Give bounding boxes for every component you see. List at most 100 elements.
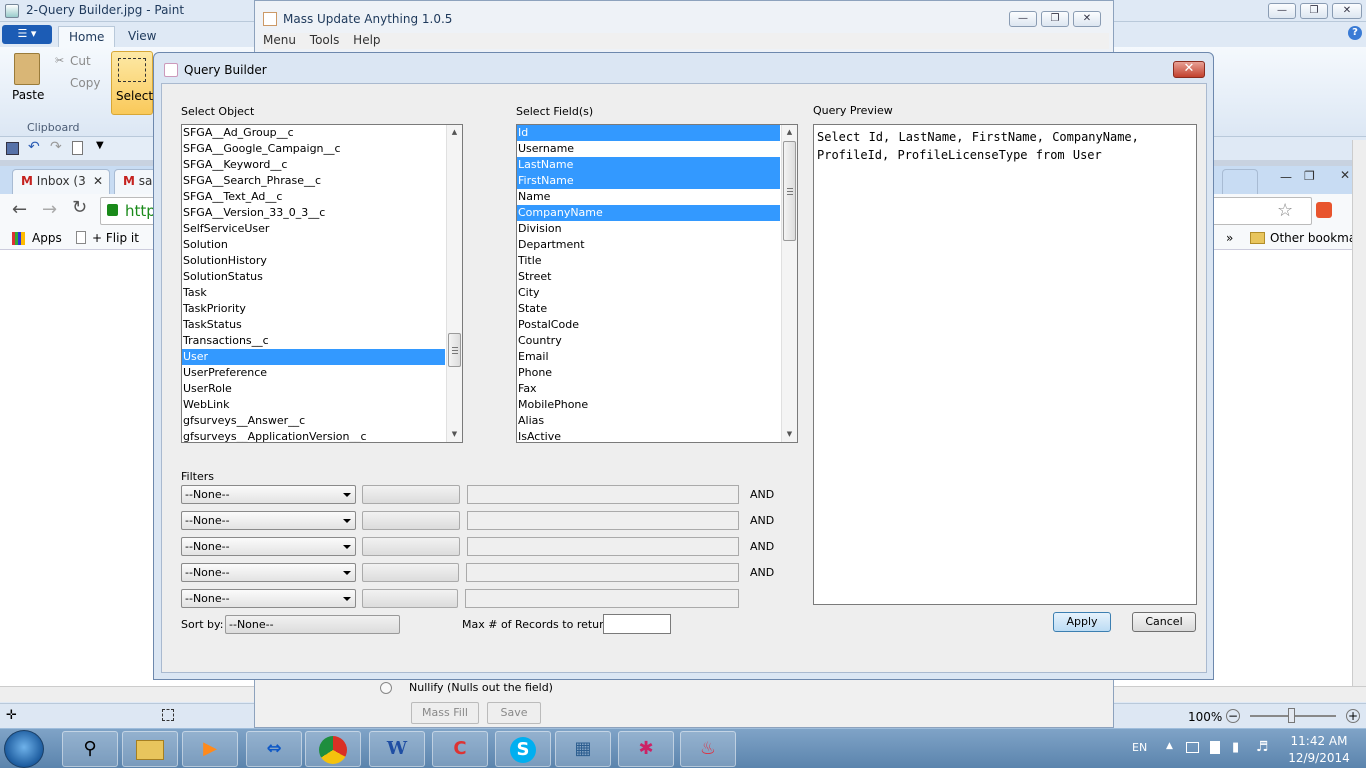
select-button[interactable]: Select [111,51,153,115]
redo-icon[interactable]: ↷ [50,139,62,155]
paint-minimize-button[interactable]: — [1268,3,1296,19]
field-list-item[interactable]: Phone [517,365,780,381]
field-list-item[interactable]: Street [517,269,780,285]
zoom-slider-thumb[interactable] [1288,708,1295,723]
paint-file-menu-button[interactable]: ☰ ▾ [2,25,52,44]
tab-view[interactable]: View [118,26,166,47]
object-list-item[interactable]: Solution [182,237,445,253]
field-list-item[interactable]: Country [517,333,780,349]
taskbar-word-icon[interactable]: W [369,731,425,767]
field-list-item[interactable]: FirstName [517,173,780,189]
object-list-item[interactable]: Transactions__c [182,333,445,349]
taskbar-java-icon[interactable]: ♨ [680,731,736,767]
help-icon[interactable]: ? [1348,26,1362,40]
filter-value-input[interactable] [467,511,739,530]
paint-vertical-scrollbar[interactable] [1352,140,1366,686]
field-list-item[interactable]: Title [517,253,780,269]
mass-update-maximize-button[interactable]: ❐ [1041,11,1069,27]
nullify-radio[interactable] [380,682,392,694]
taskbar-teamviewer-icon[interactable]: ⇔ [246,731,302,767]
object-list-item[interactable]: UserRole [182,381,445,397]
field-list-item[interactable]: Fax [517,381,780,397]
volume-icon[interactable]: ♬ [1256,739,1269,755]
object-list-item[interactable]: gfsurveys__ApplicationVersion__c [182,429,445,442]
mass-fill-button[interactable]: Mass Fill [411,702,479,724]
bookmarks-overflow-icon[interactable]: » [1226,231,1233,245]
filter-field-select[interactable]: --None-- [181,589,356,608]
object-list-item[interactable]: SFGA__Search_Phrase__c [182,173,445,189]
taskbar-media-icon[interactable]: ▶ [182,731,238,767]
scroll-down-icon[interactable]: ▼ [447,427,462,442]
field-list-scrollbar[interactable]: ▲ ▼ [781,125,797,442]
field-list-item[interactable]: Email [517,349,780,365]
clock-time[interactable]: 11:42 AM [1282,734,1356,748]
taskbar-paint-icon[interactable]: ✱ [618,731,674,767]
taskbar-ccleaner-icon[interactable]: C [432,731,488,767]
chrome-restore-icon[interactable]: ❐ [1304,169,1315,183]
copy-button[interactable]: Copy [70,76,100,90]
scroll-up-icon[interactable]: ▲ [447,125,462,140]
field-list-item[interactable]: Division [517,221,780,237]
filter-operator-select[interactable] [362,485,460,504]
flag-icon[interactable] [1210,741,1220,754]
filter-value-input[interactable] [465,589,739,608]
forward-arrow-icon[interactable]: → [42,199,57,220]
object-list-item[interactable]: SFGA__Version_33_0_3__c [182,205,445,221]
object-list-item[interactable]: UserPreference [182,365,445,381]
clock-date[interactable]: 12/9/2014 [1282,751,1356,765]
field-list-item[interactable]: City [517,285,780,301]
bookmark-flip-it[interactable]: + Flip it [92,231,139,245]
query-preview-textarea[interactable]: Select Id, LastName, FirstName, CompanyN… [813,124,1197,605]
mass-update-close-button[interactable]: ✕ [1073,11,1101,27]
menu-menu[interactable]: Menu [263,33,296,47]
object-list-item[interactable]: SolutionStatus [182,269,445,285]
other-bookmarks[interactable]: Other bookma [1270,231,1356,245]
taskbar-control-panel-icon[interactable]: ▦ [555,731,611,767]
field-list-item[interactable]: Id [517,125,780,141]
field-list-item[interactable]: Name [517,189,780,205]
object-list-item[interactable]: SelfServiceUser [182,221,445,237]
field-list-item[interactable]: IsActive [517,429,780,442]
field-list-item[interactable]: Username [517,141,780,157]
chrome-minimize-icon[interactable]: — [1280,170,1292,184]
dialog-close-button[interactable]: ✕ [1173,61,1205,78]
paste-icon[interactable] [14,53,40,85]
tray-expand-icon[interactable]: ▲ [1166,741,1173,751]
taskbar-skype-icon[interactable]: S [495,731,551,767]
paste-button[interactable]: Paste [12,88,44,102]
object-list-scroll-thumb[interactable] [448,333,461,367]
field-list-item[interactable]: LastName [517,157,780,173]
menu-help[interactable]: Help [353,33,380,47]
network-icon[interactable]: ▮ [1232,740,1239,755]
field-list[interactable]: Id Username LastName FirstName Name CompanyNa… [516,124,798,443]
paint-close-button[interactable]: ✕ [1332,3,1362,19]
menu-tools[interactable]: Tools [310,33,340,47]
extension-icon[interactable] [1316,202,1332,218]
zoom-out-icon[interactable]: − [1226,709,1240,723]
filter-field-select[interactable]: --None-- [181,511,356,530]
taskbar-chrome-icon[interactable] [305,731,361,767]
filter-value-input[interactable] [467,485,739,504]
zoom-in-icon[interactable]: + [1346,709,1360,723]
save-button[interactable]: Save [487,702,541,724]
scroll-up-icon[interactable]: ▲ [782,125,797,140]
object-list-scrollbar[interactable]: ▲ ▼ [446,125,462,442]
filter-operator-select[interactable] [362,511,460,530]
object-list-item[interactable]: SFGA__Text_Ad__c [182,189,445,205]
object-list-item[interactable]: SolutionHistory [182,253,445,269]
close-icon[interactable]: ✕ [93,174,103,188]
chrome-tab-inbox[interactable]: M Inbox (3 ✕ [12,169,110,194]
object-list-item[interactable]: SFGA__Keyword__c [182,157,445,173]
filter-operator-select[interactable] [362,537,460,556]
cut-button[interactable]: Cut [70,54,91,68]
chrome-close-icon[interactable]: ✕ [1340,168,1350,182]
new-file-icon[interactable] [72,141,83,155]
tab-home[interactable]: Home [58,26,116,47]
object-list-item[interactable]: Task [182,285,445,301]
field-list-item[interactable]: Alias [517,413,780,429]
bookmark-apps[interactable]: Apps [32,231,62,245]
apply-button[interactable]: Apply [1053,612,1111,632]
chrome-new-tab-button[interactable] [1222,169,1258,194]
taskbar-search-icon[interactable]: ⚲ [62,731,118,767]
start-button[interactable] [4,730,44,768]
